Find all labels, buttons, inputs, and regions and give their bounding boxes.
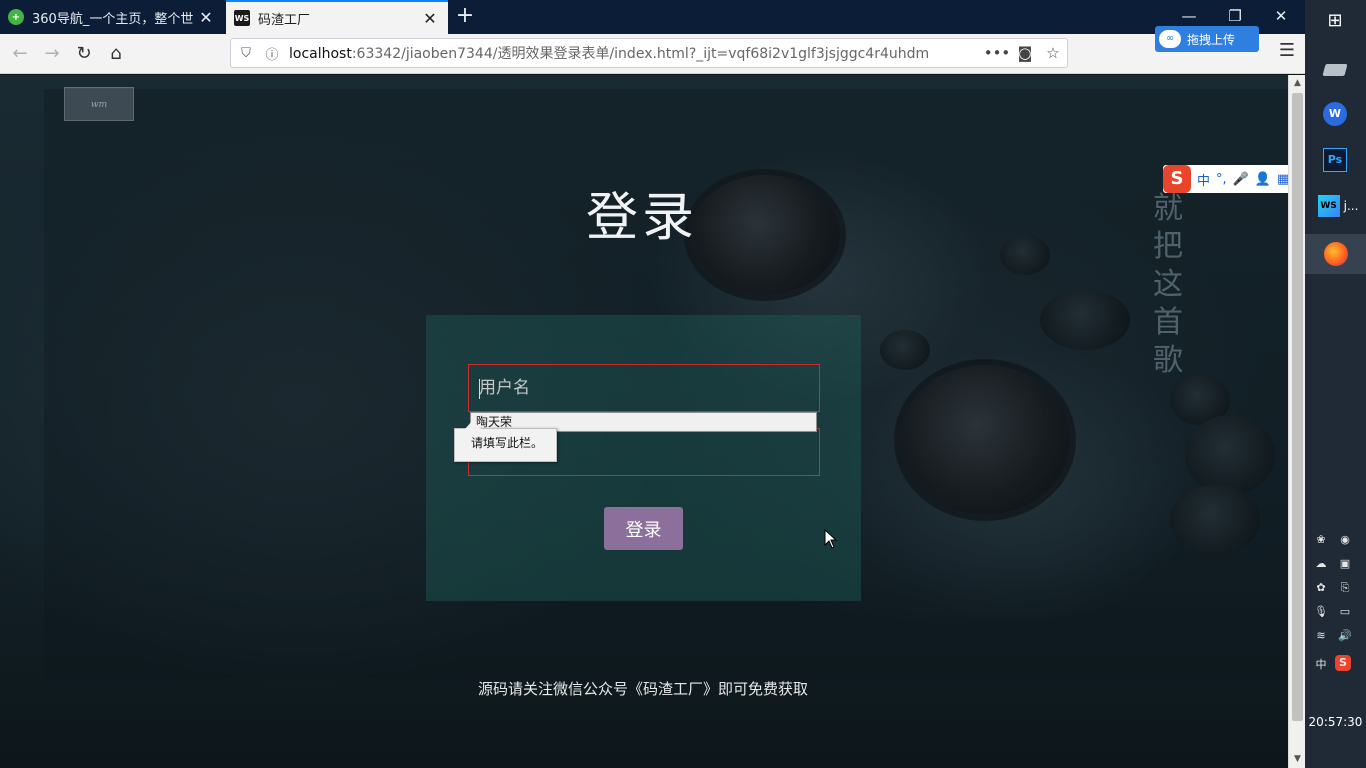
windows-taskbar: ⊞ W Ps WS j... ❀ ◉ ☁ ▣ ✿ ⎘ 🎙 ▭ ≋ 🔊 中 S [1305, 0, 1366, 768]
ime-toolbar[interactable]: S 中 °, 🎤 👤 ▦ [1163, 165, 1305, 193]
battery-icon[interactable]: ▭ [1335, 602, 1355, 622]
tab-mazha-factory[interactable]: WS 码渣工厂 ✕ [226, 0, 448, 34]
text-caret [479, 379, 480, 399]
bookmark-star-icon[interactable]: ☆ [1039, 44, 1067, 62]
address-bar[interactable]: ⛉ ⓘ localhost:63342/jiaoben7344/透明效果登录表单… [230, 38, 1068, 68]
new-tab-button[interactable]: + [452, 4, 478, 30]
user-icon[interactable]: 👤 [1255, 172, 1271, 187]
url-path: :63342/jiaoben7344/透明效果登录表单/index.html?_… [351, 46, 930, 62]
upload-button-label: 拖拽上传 [1187, 32, 1236, 47]
url-host: localhost [289, 46, 352, 62]
page-viewport: wm 就把这首歌 登录 陶天荣 请填写此栏。 登录 源码请关注微信公众号《码渣工… [0, 75, 1288, 768]
site-logo: wm [64, 87, 134, 121]
back-icon[interactable]: ← [6, 40, 34, 68]
360-tray-icon[interactable]: ◉ [1335, 530, 1355, 550]
validation-tooltip: 请填写此栏。 [454, 420, 557, 462]
taskbar-clock[interactable]: 20:57:30 [1305, 715, 1366, 729]
sogou-logo-icon[interactable]: S [1163, 165, 1191, 193]
windows-icon: ⊞ [1327, 9, 1343, 31]
login-title: 登录 [585, 188, 698, 248]
webstorm-icon: WS [1317, 195, 1340, 217]
360-icon: + [8, 9, 24, 25]
upload-button[interactable]: ∞ 拖拽上传 [1155, 26, 1259, 52]
photoshop-icon: Ps [1323, 148, 1347, 172]
flower-icon[interactable]: ✿ [1311, 578, 1331, 598]
taskbar-item-firefox[interactable] [1305, 234, 1366, 274]
taskbar-item-wps[interactable]: W [1315, 96, 1355, 132]
microphone-icon[interactable]: 🎤 [1233, 172, 1249, 187]
tab-bar: + 360导航_一个主页，整个世界 ✕ WS 码渣工厂 ✕ + — ❐ ✕ [0, 0, 1305, 34]
login-form: 陶天荣 请填写此栏。 登录 [426, 315, 861, 601]
firefox-icon [1323, 242, 1348, 266]
forward-icon[interactable]: → [38, 40, 66, 68]
lyric-text: 就把这首歌 [1153, 191, 1183, 378]
login-button[interactable]: 登录 [604, 507, 683, 550]
navigation-bar: ← → ↻ ⌂ ⛉ ⓘ localhost:63342/jiaoben7344/… [0, 34, 1305, 74]
mouse-cursor-icon [824, 529, 838, 549]
usb-icon[interactable]: ⎘ [1335, 578, 1355, 598]
wps-icon: W [1323, 102, 1347, 126]
pocket-icon[interactable]: ◙ [1011, 44, 1039, 62]
scroll-up-icon[interactable]: ▲ [1289, 75, 1306, 91]
language-indicator[interactable]: 中 [1311, 655, 1331, 675]
webstorm-icon: WS [234, 10, 250, 26]
cloud-icon[interactable]: ☁ [1311, 554, 1331, 574]
page-actions-icon[interactable]: ••• [983, 44, 1011, 62]
taskbar-item-label: j... [1343, 199, 1359, 213]
start-button[interactable]: ⊞ [1315, 2, 1355, 38]
volume-icon[interactable]: 🔊 [1335, 626, 1355, 646]
tab-360-navigation[interactable]: + 360导航_一个主页，整个世界 ✕ [0, 0, 224, 34]
taskbar-item-photoshop[interactable]: Ps [1315, 142, 1355, 178]
drive-icon [1322, 64, 1348, 76]
hamburger-menu-icon[interactable]: ☰ [1276, 40, 1298, 66]
remote-icon[interactable]: ▣ [1335, 554, 1355, 574]
home-icon[interactable]: ⌂ [102, 40, 130, 68]
cloud-icon: ∞ [1159, 30, 1181, 48]
url-text[interactable]: localhost:63342/jiaoben7344/透明效果登录表单/ind… [289, 43, 983, 63]
footer-text: 源码请关注微信公众号《码渣工厂》即可免费获取 [477, 680, 808, 698]
username-input[interactable] [469, 365, 819, 411]
baidu-netdisk-icon[interactable]: ❀ [1311, 530, 1331, 550]
ime-mode[interactable]: 中 [1197, 170, 1210, 189]
reload-icon[interactable]: ↻ [70, 40, 98, 68]
taskbar-item-drive[interactable] [1315, 52, 1355, 88]
info-icon[interactable]: ⓘ [261, 44, 283, 63]
sogou-tray-icon[interactable]: S [1335, 655, 1351, 671]
close-window-button[interactable]: ✕ [1258, 0, 1304, 34]
ime-punct[interactable]: °, [1216, 172, 1227, 187]
close-tab-icon[interactable]: ✕ [194, 8, 218, 27]
taskbar-item-webstorm[interactable]: WS j... [1313, 188, 1363, 224]
scroll-down-icon[interactable]: ▼ [1289, 751, 1306, 767]
shield-icon[interactable]: ⛉ [235, 46, 257, 61]
close-tab-icon[interactable]: ✕ [418, 9, 442, 28]
scroll-thumb[interactable] [1292, 93, 1303, 721]
microphone-icon[interactable]: 🎙 [1311, 602, 1331, 622]
tab-title: 360导航_一个主页，整个世界 [32, 11, 194, 27]
wifi-icon[interactable]: ≋ [1311, 626, 1331, 646]
username-field[interactable] [468, 364, 820, 412]
tab-title: 码渣工厂 [258, 12, 311, 28]
page-scrollbar[interactable]: ▲ ▼ [1288, 75, 1305, 768]
